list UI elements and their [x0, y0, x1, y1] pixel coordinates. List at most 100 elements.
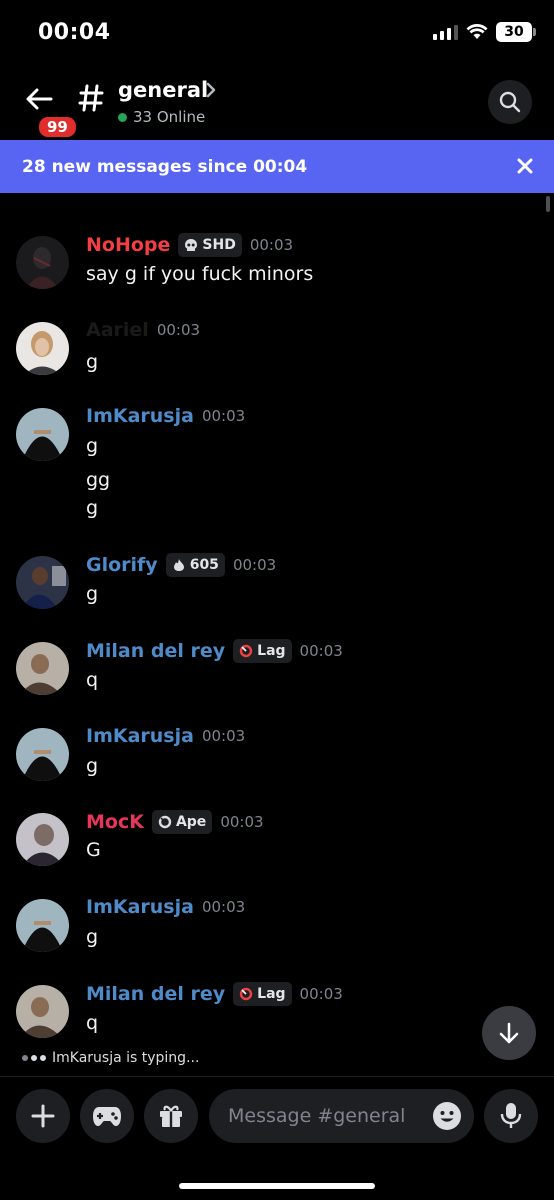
message-text: g	[86, 755, 99, 777]
emoji-icon[interactable]	[432, 1101, 462, 1131]
timestamp: 00:03	[232, 556, 277, 574]
channel-name[interactable]: general	[118, 78, 208, 102]
message-header: Milan del rey Lag 00:03	[86, 639, 343, 663]
message-header: NoHope SHD 00:03	[86, 233, 293, 257]
avatar[interactable]	[16, 236, 69, 289]
username[interactable]: ImKarusja	[86, 725, 194, 747]
clan-tag-label: 605	[189, 557, 219, 573]
timestamp: 00:03	[249, 236, 294, 254]
home-indicator[interactable]	[179, 1183, 375, 1189]
jump-to-latest-button[interactable]	[482, 1006, 536, 1060]
add-attachment-button[interactable]	[16, 1089, 70, 1143]
message-header: MocK Ape 00:03	[86, 810, 264, 834]
typing-indicator: ImKarusja is typing...	[22, 1050, 199, 1066]
message-text: g	[86, 435, 99, 457]
clan-tag-label: Lag	[257, 986, 286, 1002]
clan-tag[interactable]: Lag	[233, 639, 292, 663]
clan-tag-label: Ape	[175, 814, 207, 830]
message-text: q	[86, 1012, 99, 1034]
status-bar: 00:04 30	[0, 0, 554, 66]
avatar[interactable]	[16, 899, 69, 952]
divider	[0, 1076, 554, 1077]
ring-icon	[239, 644, 253, 658]
channel-header: 99 general 33 Online	[0, 70, 554, 140]
message-text: gg	[86, 469, 111, 491]
typing-text: ImKarusja is typing...	[52, 1050, 200, 1066]
timestamp: 00:03	[220, 813, 264, 831]
clan-tag-label: SHD	[202, 237, 236, 253]
username[interactable]: ImKarusja	[86, 405, 194, 427]
avatar[interactable]	[16, 642, 69, 695]
username[interactable]: Milan del rey	[86, 983, 225, 1005]
close-icon[interactable]	[514, 155, 536, 177]
message-text: g	[86, 926, 99, 948]
scrollbar[interactable]	[546, 196, 550, 212]
clan-tag[interactable]: SHD	[178, 233, 242, 257]
composer-bar: Message #general	[0, 1087, 554, 1145]
new-messages-banner[interactable]: 28 new messages since 00:04	[0, 140, 554, 193]
timestamp: 00:03	[156, 321, 201, 339]
voice-message-button[interactable]	[484, 1089, 538, 1143]
username[interactable]: NoHope	[86, 234, 170, 256]
avatar[interactable]	[16, 556, 69, 609]
arrow-down-icon	[499, 1022, 519, 1044]
cellular-signal-icon	[433, 24, 458, 40]
ring-icon	[158, 815, 172, 829]
clan-tag[interactable]: 605	[165, 553, 225, 577]
clan-tag[interactable]: Lag	[233, 982, 292, 1006]
timestamp: 00:03	[201, 407, 246, 425]
search-icon	[499, 91, 521, 113]
status-icons: 30	[433, 22, 536, 42]
online-dot-icon	[118, 112, 127, 122]
message-text: G	[86, 839, 101, 861]
username[interactable]: Milan del rey	[86, 640, 225, 662]
message-text: g	[86, 351, 99, 373]
username[interactable]: ImKarusja	[86, 896, 194, 918]
timestamp: 00:03	[299, 642, 343, 660]
new-messages-text: 28 new messages since 00:04	[22, 156, 308, 177]
username[interactable]: Aariel	[86, 319, 149, 341]
message-header: ImKarusja 00:03	[86, 405, 245, 427]
battery-icon: 30	[496, 22, 536, 42]
timestamp: 00:03	[201, 898, 246, 916]
online-status: 33 Online	[118, 108, 205, 126]
online-count: 33 Online	[133, 108, 206, 126]
username[interactable]: MocK	[86, 811, 144, 833]
message-input-placeholder: Message #general	[228, 1105, 406, 1127]
gamepad-icon	[93, 1107, 121, 1126]
message-text: say g if you fuck minors	[86, 263, 314, 285]
message-header: Milan del rey Lag 00:03	[86, 982, 343, 1006]
message-header: ImKarusja 00:03	[86, 725, 245, 747]
typing-dots-icon	[22, 1055, 46, 1061]
avatar[interactable]	[16, 985, 69, 1038]
microphone-icon	[500, 1103, 522, 1128]
gift-button[interactable]	[144, 1089, 198, 1143]
avatar[interactable]	[16, 322, 69, 375]
message-input[interactable]: Message #general	[209, 1089, 474, 1143]
arrow-left-icon	[26, 88, 53, 110]
message-header: Glorify 605 00:03	[86, 553, 276, 577]
clan-tag-label: Lag	[257, 643, 286, 659]
message-header: Aariel 00:03	[86, 319, 200, 341]
search-button[interactable]	[488, 80, 532, 124]
flame-icon	[173, 559, 184, 571]
message-text: g	[86, 497, 99, 519]
message-header: ImKarusja 00:03	[86, 896, 245, 918]
unread-badge: 99	[36, 114, 79, 140]
ring-icon	[239, 987, 253, 1001]
back-button[interactable]: 99	[18, 80, 79, 140]
hash-icon	[78, 84, 104, 112]
avatar[interactable]	[16, 813, 69, 866]
username[interactable]: Glorify	[86, 554, 158, 576]
skull-icon	[185, 239, 198, 251]
message-text: g	[86, 583, 99, 605]
timestamp: 00:03	[299, 985, 343, 1003]
avatar[interactable]	[16, 728, 69, 781]
wifi-icon	[466, 24, 488, 39]
clan-tag[interactable]: Ape	[151, 810, 213, 834]
status-time: 00:04	[38, 20, 111, 45]
avatar[interactable]	[16, 408, 69, 461]
message-text: q	[86, 669, 99, 691]
chevron-right-icon[interactable]	[204, 82, 218, 98]
activities-button[interactable]	[80, 1089, 134, 1143]
